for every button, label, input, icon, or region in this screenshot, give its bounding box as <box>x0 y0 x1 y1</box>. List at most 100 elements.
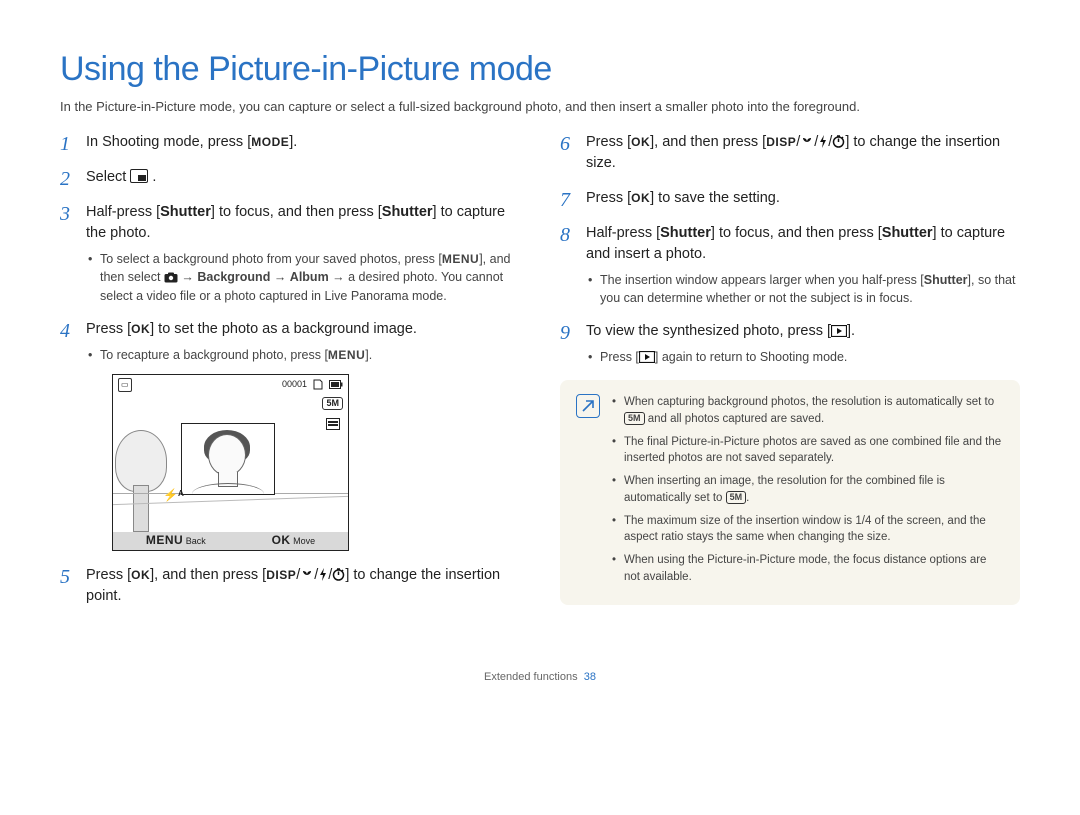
step-number: 4 <box>60 317 70 346</box>
step-number: 5 <box>60 563 70 592</box>
resolution-chip: 5M <box>726 491 747 504</box>
step-text: To view the synthesized photo, press [ <box>586 323 831 339</box>
step-2: 2 Select . <box>60 167 520 188</box>
step-4: 4 Press [OK] to set the photo as a backg… <box>60 319 520 551</box>
steps-right: 6 Press [OK], and then press [DISP///] t… <box>560 132 1020 366</box>
ground <box>113 493 348 532</box>
pip-mode-icon <box>130 169 148 183</box>
mode-button-glyph: MODE <box>251 135 289 149</box>
lcd-bottombar: MENU Back OK Move <box>113 532 348 550</box>
step-number: 3 <box>60 200 70 229</box>
menu-label: MENU <box>146 533 183 547</box>
two-column-layout: 1 In Shooting mode, press [MODE]. 2 Sele… <box>60 132 1020 621</box>
note-item: When capturing background photos, the re… <box>612 394 1004 427</box>
ok-button-glyph: OK <box>631 135 650 149</box>
sub-bullets: The insertion window appears larger when… <box>586 271 1020 307</box>
shutter-label: Shutter <box>382 204 433 220</box>
step-text: Press [ <box>586 134 631 150</box>
note-text: When inserting an image, the resolution … <box>624 475 945 504</box>
timer-icon <box>332 568 345 581</box>
ok-label: OK <box>272 533 291 547</box>
disp-button-glyph: DISP <box>766 135 796 149</box>
page-footer: Extended functions 38 <box>60 671 1020 683</box>
pip-indicator-icon: ▭ <box>118 378 132 392</box>
shutter-label: Shutter <box>882 225 933 241</box>
step-number: 7 <box>560 186 570 215</box>
camera-icon <box>164 272 178 283</box>
footer-section: Extended functions <box>484 671 578 683</box>
sub-text: To recapture a background photo, press [ <box>100 348 328 362</box>
note-list: When capturing background photos, the re… <box>612 394 1004 591</box>
step-text: ]. <box>289 134 297 150</box>
battery-icon <box>329 380 343 389</box>
note-item: The final Picture-in-Picture photos are … <box>612 434 1004 467</box>
move-label: Move <box>293 536 315 546</box>
note-text: and all photos captured are saved. <box>645 413 825 425</box>
sub-text: To select a background photo from your s… <box>100 252 442 266</box>
step-text: In Shooting mode, press [ <box>86 134 251 150</box>
step-text: ] to focus, and then press [ <box>211 204 382 220</box>
step-5: 5 Press [OK], and then press [DISP///] t… <box>60 565 520 607</box>
sub-text: ] again to return to Shooting mode. <box>655 350 848 364</box>
step-text: Select <box>86 169 130 185</box>
step-number: 1 <box>60 130 70 159</box>
tree-icon <box>115 430 167 492</box>
note-icon <box>576 394 600 418</box>
note-box: When capturing background photos, the re… <box>560 380 1020 605</box>
note-item: When inserting an image, the resolution … <box>612 473 1004 506</box>
background-label: Background <box>197 270 270 284</box>
step-number: 9 <box>560 319 570 348</box>
ok-button-glyph: OK <box>131 322 150 336</box>
macro-icon <box>800 136 814 148</box>
ok-button-glyph: OK <box>631 191 650 205</box>
step-7: 7 Press [OK] to save the setting. <box>560 188 1020 209</box>
lcd-rightbar: 5M <box>322 397 343 430</box>
sub-text: Press [ <box>600 350 639 364</box>
sub-bullet: To recapture a background photo, press [… <box>86 346 520 364</box>
disp-button-glyph: DISP <box>266 568 296 582</box>
step-text: Half-press [ <box>86 204 160 220</box>
sd-card-icon <box>313 379 323 390</box>
step-3: 3 Half-press [Shutter] to focus, and the… <box>60 202 520 305</box>
step-text: ] to focus, and then press [ <box>711 225 882 241</box>
step-text: ] to save the setting. <box>650 190 780 206</box>
ok-button-glyph: OK <box>131 568 150 582</box>
step-9: 9 To view the synthesized photo, press [… <box>560 321 1020 366</box>
resolution-icon: 5M <box>322 397 343 410</box>
step-text: Press [ <box>86 321 131 337</box>
person-shoulders <box>192 483 264 494</box>
arrow: → <box>270 270 289 284</box>
step-text: Half-press [ <box>586 225 660 241</box>
timer-icon <box>832 135 845 148</box>
quality-icon <box>326 418 340 430</box>
step-number: 2 <box>60 165 70 194</box>
camera-lcd-illustration: ⚡ᴬ ▭ 00001 5M <box>112 374 349 551</box>
step-text: Press [ <box>86 567 131 583</box>
page-intro: In the Picture-in-Picture mode, you can … <box>60 99 1020 114</box>
step-text: Press [ <box>586 190 631 206</box>
manual-page: Using the Picture-in-Picture mode In the… <box>0 0 1080 713</box>
playback-icon <box>831 325 847 337</box>
playback-icon <box>639 351 655 363</box>
step-text: ], and then press [ <box>150 567 266 583</box>
note-text: . <box>746 492 749 504</box>
macro-icon <box>300 569 314 581</box>
step-text: . <box>152 169 156 185</box>
step-number: 8 <box>560 221 570 250</box>
shutter-label: Shutter <box>660 225 711 241</box>
sub-bullets: To recapture a background photo, press [… <box>86 346 520 364</box>
pip-inset <box>181 423 275 495</box>
arrow: → <box>181 270 197 284</box>
sub-bullet: Press [ ] again to return to Shooting mod… <box>586 348 1020 366</box>
step-number: 6 <box>560 130 570 159</box>
back-label: Back <box>186 536 206 546</box>
shutter-label: Shutter <box>160 204 211 220</box>
shutter-label: Shutter <box>924 273 968 287</box>
scene: ⚡ᴬ <box>113 375 348 532</box>
steps-left: 1 In Shooting mode, press [MODE]. 2 Sele… <box>60 132 520 607</box>
step-text: ]. <box>847 323 855 339</box>
sub-text: The insertion window appears larger when… <box>600 273 924 287</box>
sub-bullet: To select a background photo from your s… <box>86 250 520 305</box>
step-8: 8 Half-press [Shutter] to focus, and the… <box>560 223 1020 307</box>
right-column: 6 Press [OK], and then press [DISP///] t… <box>560 132 1020 621</box>
